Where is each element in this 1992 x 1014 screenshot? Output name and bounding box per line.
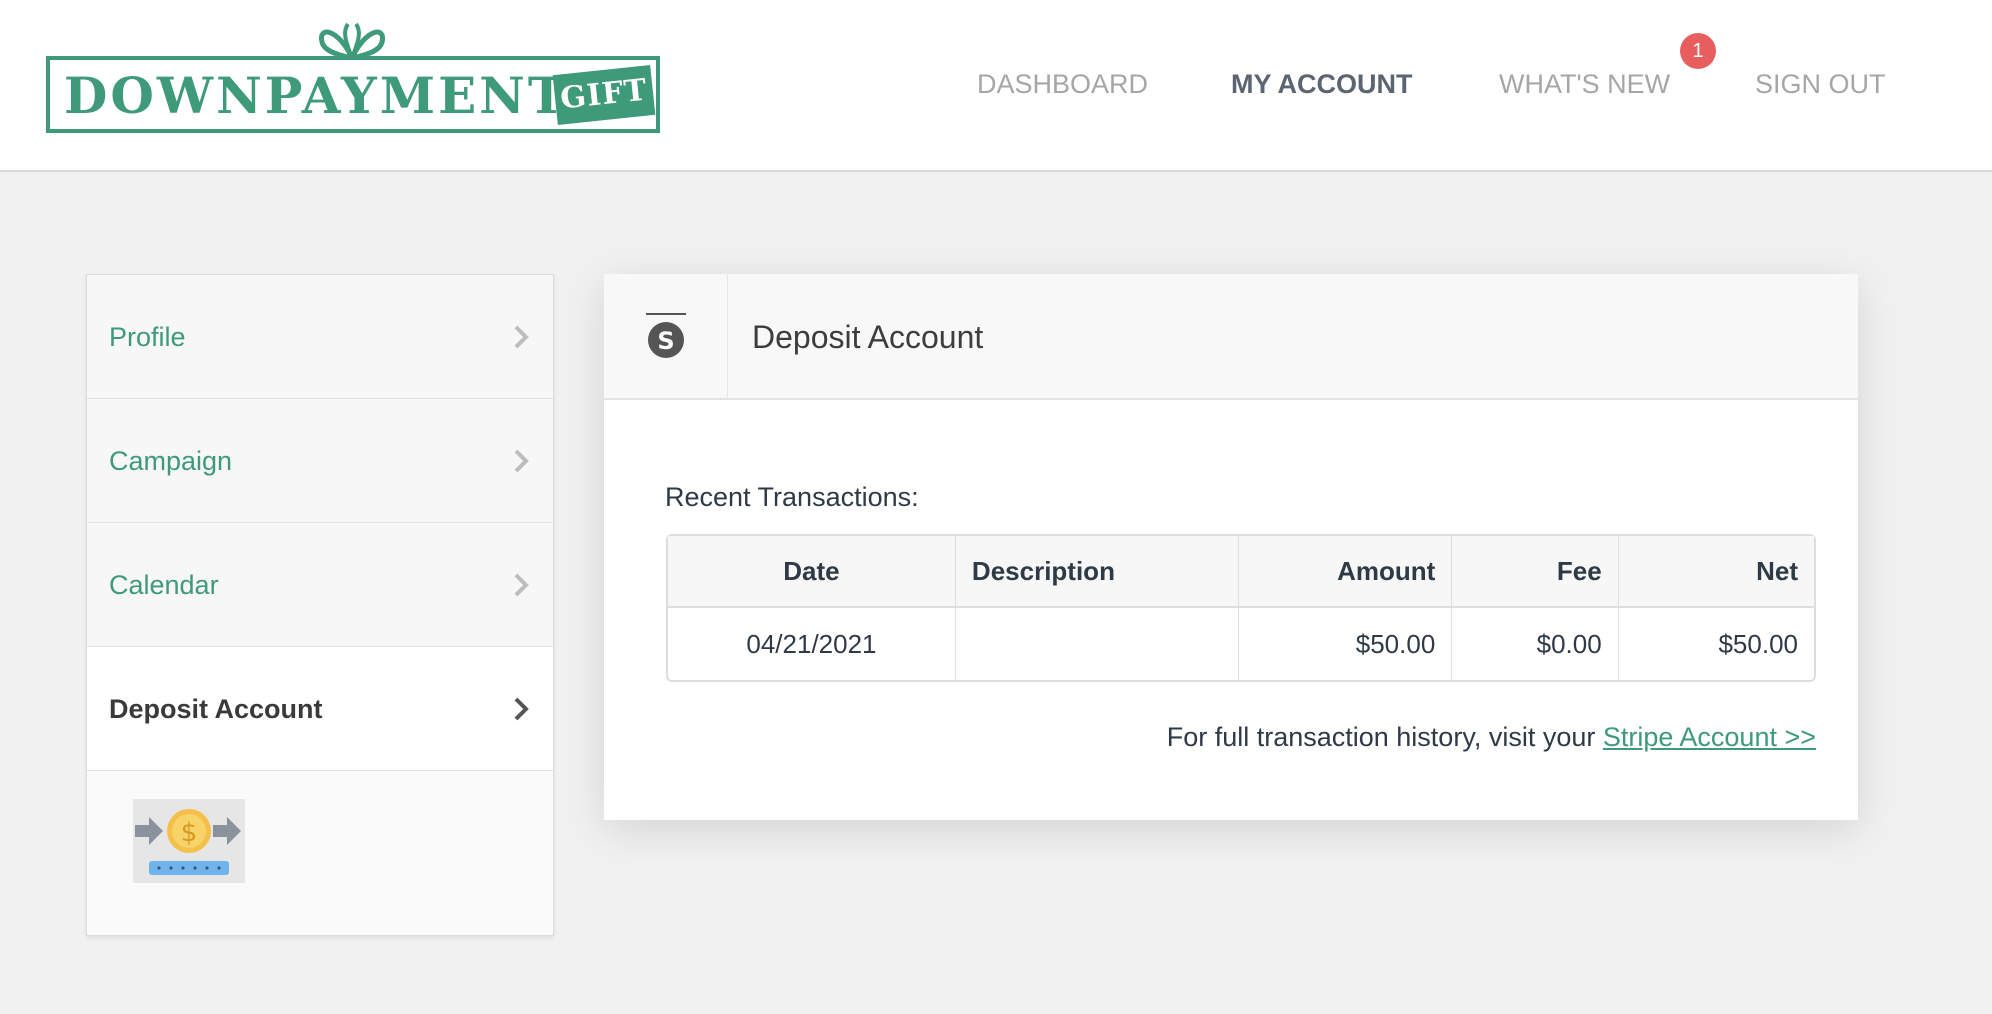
chevron-right-icon: [514, 573, 529, 597]
card-icon-box: S: [604, 274, 728, 398]
transaction-history-note: For full transaction history, visit your…: [1167, 722, 1816, 753]
sidebar-item-calendar[interactable]: Calendar: [87, 523, 553, 647]
top-header: DOWNPAYMENT. GIFT DASHBOARD MY ACCOUNT W…: [0, 0, 1992, 172]
cell-fee: $0.00: [1452, 608, 1619, 680]
chevron-right-icon: [514, 449, 529, 473]
table-row: 04/21/2021 $50.00 $0.00 $50.00: [668, 608, 1814, 680]
column-header-fee: Fee: [1452, 536, 1619, 608]
transactions-table: Date Description Amount Fee Net 04/21/20…: [666, 534, 1816, 682]
nav-dashboard[interactable]: DASHBOARD: [977, 64, 1148, 104]
sidebar-item-profile[interactable]: Profile: [87, 275, 553, 399]
sidebar-item-label: Campaign: [109, 446, 233, 476]
nav-my-account[interactable]: MY ACCOUNT: [1231, 64, 1413, 104]
deposit-account-card: S Deposit Account Recent Transactions: D…: [604, 274, 1858, 820]
chevron-right-icon: [514, 697, 529, 721]
sidebar-item-label: Calendar: [109, 570, 219, 600]
column-header-amount: Amount: [1239, 536, 1453, 608]
sidebar-item-campaign[interactable]: Campaign: [87, 399, 553, 523]
card-title: Deposit Account: [752, 319, 984, 355]
table-header-row: Date Description Amount Fee Net: [668, 536, 1814, 608]
svg-text:S: S: [657, 327, 674, 355]
downpayment-gift-logo[interactable]: DOWNPAYMENT. GIFT: [44, 18, 662, 136]
nav-sign-out[interactable]: SIGN OUT: [1755, 64, 1886, 104]
logo-gift-tag: GIFT: [552, 65, 656, 125]
recent-transactions-label: Recent Transactions:: [665, 482, 919, 512]
nav-whats-new[interactable]: WHAT'S NEW: [1499, 64, 1670, 104]
cell-description: [956, 608, 1239, 680]
logo-frame: DOWNPAYMENT. GIFT: [46, 56, 660, 133]
cell-amount: $50.00: [1239, 608, 1453, 680]
sidebar-item-label: Profile: [109, 322, 186, 352]
sidebar-item-deposit-account[interactable]: Deposit Account: [87, 647, 553, 771]
column-header-net: Net: [1618, 536, 1814, 608]
cell-date: 04/21/2021: [668, 608, 956, 680]
cell-net: $50.00: [1718, 628, 1798, 659]
account-sidebar: Profile Campaign Calendar Deposit Accoun…: [86, 274, 554, 936]
chevron-right-icon: [514, 325, 529, 349]
stripe-account-link[interactable]: Stripe Account >>: [1603, 722, 1816, 752]
column-header-description: Description: [955, 536, 1239, 608]
history-note-text: For full transaction history, visit your: [1166, 722, 1596, 752]
sidebar-item-label: Deposit Account: [109, 694, 323, 724]
money-transfer-icon: $: [133, 799, 245, 883]
column-header-date: Date: [668, 536, 956, 608]
stripe-icon: S: [646, 313, 686, 358]
notification-badge: 1: [1680, 33, 1716, 69]
card-header: S Deposit Account: [604, 274, 1858, 400]
logo-wordmark: DOWNPAYMENT.: [64, 66, 583, 125]
svg-text:$: $: [181, 818, 198, 848]
